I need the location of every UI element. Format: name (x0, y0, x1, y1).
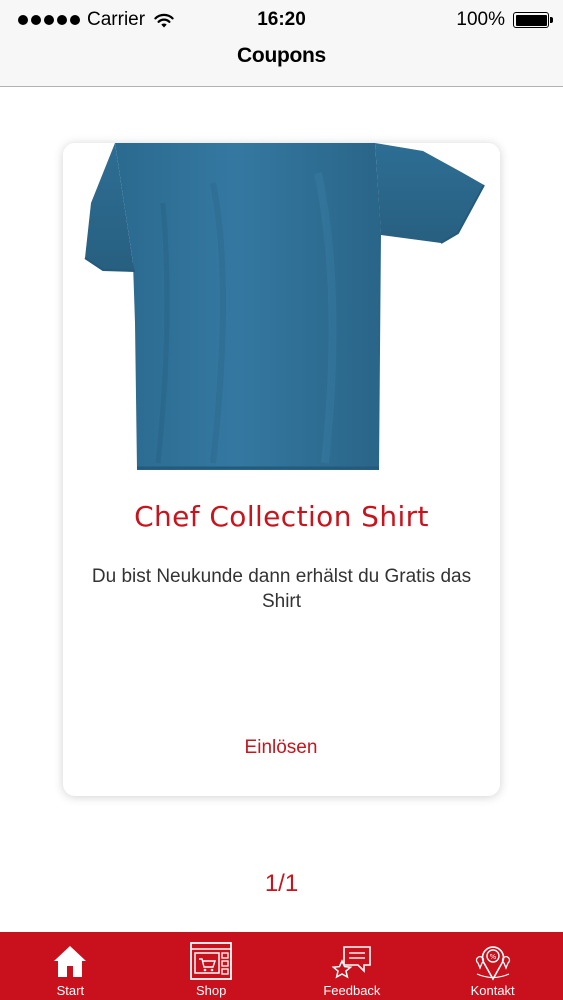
redeem-button[interactable]: Einlösen (181, 733, 381, 763)
tab-kontakt-label: Kontakt (470, 983, 515, 998)
tab-feedback[interactable]: Feedback (282, 932, 423, 1000)
coupons-screen: Carrier 16:20 100% Coupons Chef Collecti… (0, 0, 563, 1000)
location-icon: % (471, 941, 515, 981)
page-indicator: 1/1 (264, 870, 299, 897)
coupon-title: Chef Collection Shirt (134, 500, 429, 533)
page-title: Coupons (237, 44, 326, 67)
tab-start-label: Start (56, 983, 85, 998)
coupon-description: Du bist Neukunde dann erhälst du Gratis … (91, 566, 472, 612)
tab-bar: Start Shop Feedback % Kontakt (0, 932, 563, 1000)
tab-shop-label: Shop (195, 983, 227, 998)
status-right: 100% (456, 9, 553, 31)
tab-shop[interactable]: Shop (141, 932, 282, 1000)
navigation-bar: Coupons (0, 40, 563, 87)
battery-percentage: 100% (456, 9, 505, 30)
status-bar: Carrier 16:20 100% (0, 0, 563, 40)
battery-icon (513, 12, 553, 28)
tab-start[interactable]: Start (0, 932, 141, 1000)
tab-feedback-label: Feedback (323, 983, 381, 998)
svg-text:%: % (489, 953, 496, 961)
tab-kontakt[interactable]: % Kontakt (422, 932, 563, 1000)
home-icon (48, 941, 92, 981)
feedback-icon (330, 941, 374, 981)
blue-tshirt-image (63, 143, 500, 470)
coupon-card[interactable]: Chef Collection Shirt Du bist Neukunde d… (63, 143, 500, 796)
shop-icon (189, 941, 233, 981)
